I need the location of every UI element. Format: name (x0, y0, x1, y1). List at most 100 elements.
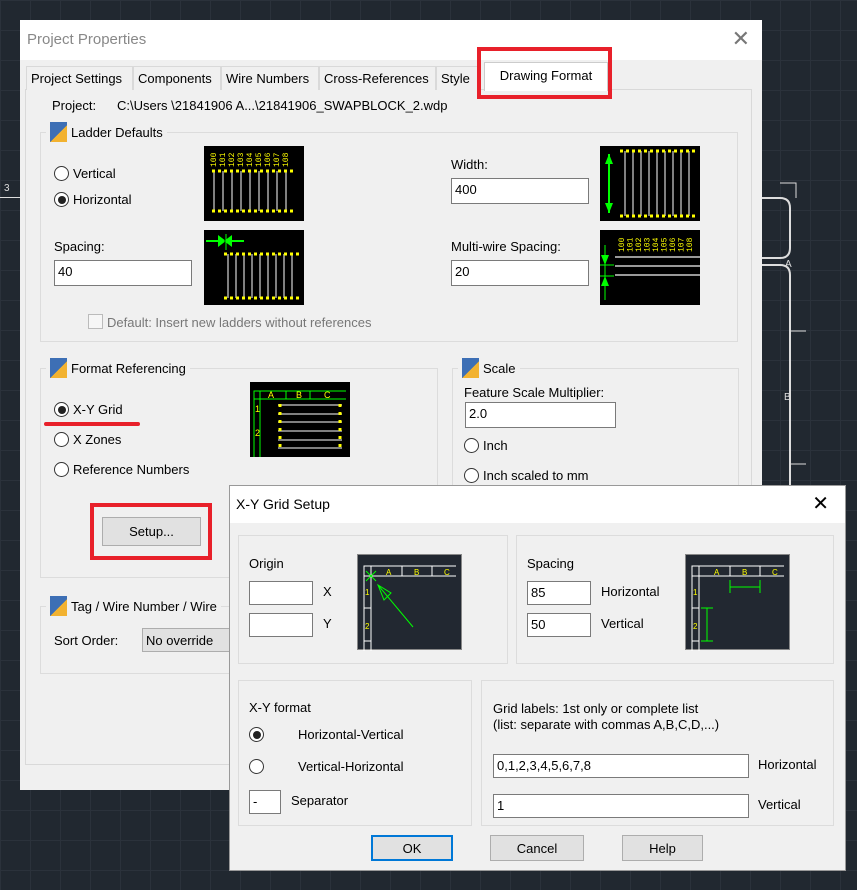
dialog-title: Project Properties (27, 31, 147, 48)
origin-preview: A B C 1 2 (357, 554, 462, 651)
origin-x-label: X (323, 584, 332, 599)
cancel-button[interactable]: Cancel (490, 835, 584, 861)
xy-close-icon[interactable]: ✕ (812, 491, 829, 516)
ladder-preview-number: 105 (255, 152, 264, 167)
width-label: Width: (451, 157, 488, 172)
red-underline (44, 422, 140, 426)
radio-circle (249, 727, 264, 742)
tag-label: Tag / Wire Number / Wire (46, 596, 221, 616)
cad-zone-brackets (762, 182, 806, 490)
origin-x-input[interactable] (249, 581, 313, 605)
radio-label: Horizontal (73, 192, 132, 207)
highlight-setup-button (90, 503, 212, 560)
radio-inch[interactable]: Inch (464, 438, 508, 453)
grid-labels-vertical-label: Vertical (758, 797, 801, 812)
svg-text:1: 1 (693, 588, 698, 597)
svg-text:1: 1 (255, 404, 260, 414)
ladder-defaults-label: Ladder Defaults (46, 122, 167, 142)
multiwire-spacing-input[interactable]: 20 (451, 260, 589, 286)
ladder-preview-number: 104 (246, 152, 255, 167)
radio-horizontal-vertical[interactable]: Horizontal-Vertical (249, 727, 404, 742)
svg-text:B: B (414, 568, 419, 577)
radio-vertical[interactable]: Vertical (54, 166, 116, 181)
format-referencing-label: Format Referencing (46, 358, 190, 378)
sort-order-label: Sort Order: (54, 633, 119, 648)
ok-button[interactable]: OK (371, 835, 453, 861)
xy-grid-preview: A B C 1 2 (250, 382, 350, 457)
default-checkbox[interactable] (88, 314, 103, 329)
ladder-vertical-preview: 100 101 102 103 104 105 106 107 108 (204, 146, 304, 221)
cad-zone-a: A (785, 259, 792, 270)
radio-circle (54, 432, 69, 447)
separator-input[interactable]: - (249, 790, 281, 814)
cad-line (0, 197, 20, 198)
svg-text:C: C (324, 390, 331, 400)
scale-icon (462, 358, 479, 378)
spacing-horizontal-input[interactable]: 85 (527, 581, 591, 605)
svg-text:A: A (386, 568, 392, 577)
sort-order-dropdown[interactable]: No override (142, 628, 242, 652)
radio-circle (249, 759, 264, 774)
ladder-preview-number: 108 (686, 237, 695, 252)
grid-labels-horizontal-label: Horizontal (758, 757, 817, 772)
xy-title-bar: X-Y Grid Setup ✕ (230, 486, 845, 523)
xy-dialog-title: X-Y Grid Setup (236, 496, 330, 512)
cad-left-label: 3 (4, 183, 10, 194)
format-icon (50, 358, 67, 378)
title-bar: Project Properties ✕ (20, 20, 762, 60)
grid-labels-line1: Grid labels: 1st only or complete list (493, 701, 699, 716)
ladder-defaults-title: Ladder Defaults (71, 124, 163, 140)
radio-horizontal[interactable]: Horizontal (54, 192, 132, 207)
ladder-preview-number: 107 (273, 152, 282, 167)
radio-xy-grid[interactable]: X-Y Grid (54, 402, 123, 417)
svg-text:2: 2 (255, 428, 260, 438)
ladder-preview-number: 106 (264, 152, 273, 167)
tab-cross-references[interactable]: Cross-References (319, 66, 436, 90)
project-path: C:\Users \21841906 A...\21841906_SWAPBLO… (117, 98, 448, 113)
radio-circle (464, 468, 479, 483)
radio-reference-numbers[interactable]: Reference Numbers (54, 462, 189, 477)
xy-format-title: X-Y format (249, 700, 311, 715)
feature-scale-input[interactable]: 2.0 (465, 402, 616, 428)
tab-wire-numbers[interactable]: Wire Numbers (221, 66, 319, 90)
radio-label: Inch scaled to mm (483, 468, 589, 483)
ladder-preview-number: 103 (237, 152, 246, 167)
ladder-preview-number: 102 (228, 152, 237, 167)
origin-y-input[interactable] (249, 613, 313, 637)
svg-text:C: C (444, 568, 450, 577)
spacing-label: Spacing: (54, 239, 105, 254)
scale-title: Scale (483, 360, 516, 376)
radio-label: X-Y Grid (73, 402, 123, 417)
multiwire-spacing-preview: 100 101 102 103 104 105 106 107 108 (600, 230, 700, 305)
highlight-drawing-format-tab (477, 47, 612, 99)
radio-inch-scaled-mm[interactable]: Inch scaled to mm (464, 468, 589, 483)
radio-x-zones[interactable]: X Zones (54, 432, 121, 447)
tab-project-settings[interactable]: Project Settings (26, 66, 133, 90)
ladder-preview-number: 108 (282, 152, 291, 167)
svg-text:C: C (772, 568, 778, 577)
radio-label: Horizontal-Vertical (298, 727, 404, 742)
separator-label: Separator (291, 793, 349, 808)
close-icon[interactable]: ✕ (732, 26, 750, 52)
tab-style[interactable]: Style (436, 66, 480, 90)
spacing-preview: A B C 1 2 (685, 554, 790, 651)
help-button[interactable]: Help (622, 835, 703, 861)
grid-labels-vertical-input[interactable]: 1 (493, 794, 749, 818)
radio-circle (54, 402, 69, 417)
format-referencing-title: Format Referencing (71, 360, 186, 376)
spacing-vertical-input[interactable]: 50 (527, 613, 591, 637)
svg-text:B: B (742, 568, 747, 577)
radio-circle (54, 462, 69, 477)
tab-components[interactable]: Components (133, 66, 221, 90)
width-input[interactable]: 400 (451, 178, 589, 204)
spacing-input[interactable]: 40 (54, 260, 192, 286)
radio-vertical-horizontal[interactable]: Vertical-Horizontal (249, 759, 404, 774)
radio-label: Vertical (73, 166, 116, 181)
svg-text:A: A (714, 568, 720, 577)
cad-zone-b: B (784, 392, 791, 403)
grid-labels-horizontal-input[interactable]: 0,1,2,3,4,5,6,7,8 (493, 754, 749, 778)
default-checkbox-label: Default: Insert new ladders without refe… (107, 315, 372, 330)
origin-y-label: Y (323, 616, 332, 631)
radio-circle (54, 166, 69, 181)
radio-circle (54, 192, 69, 207)
